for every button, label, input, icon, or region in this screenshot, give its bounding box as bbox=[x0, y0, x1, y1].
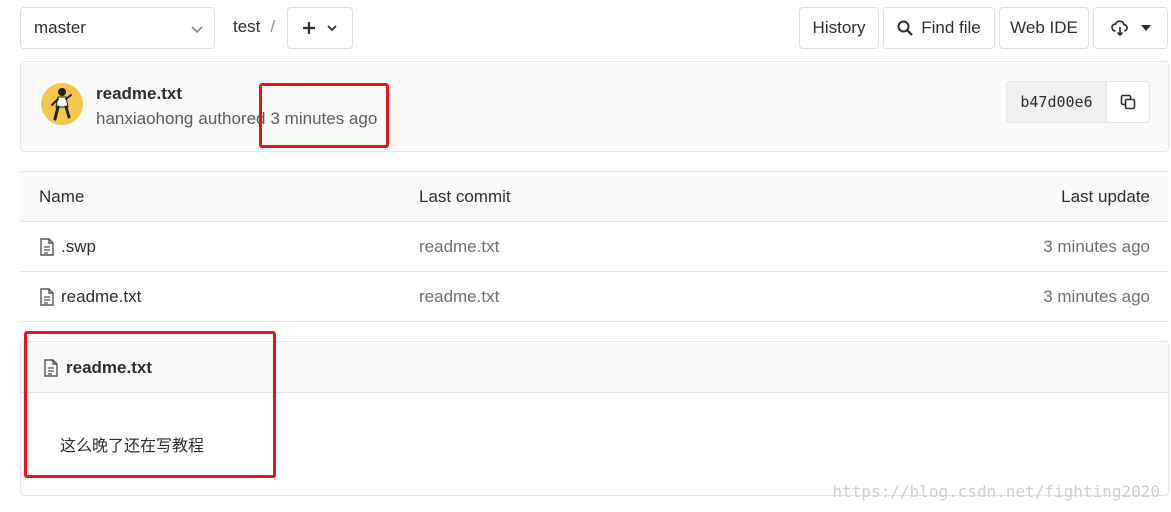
find-file-button[interactable]: Find file bbox=[883, 7, 995, 49]
file-name-cell[interactable]: .swp bbox=[39, 237, 96, 257]
header-name: Name bbox=[39, 187, 85, 206]
commit-title[interactable]: readme.txt bbox=[96, 84, 182, 104]
table-header: Name Last commit Last update bbox=[20, 171, 1169, 222]
readme-title[interactable]: readme.txt bbox=[43, 358, 152, 378]
copy-icon bbox=[1120, 94, 1136, 110]
chevron-down-icon bbox=[327, 25, 337, 32]
file-last-update: 3 minutes ago bbox=[1043, 237, 1150, 256]
history-button[interactable]: History bbox=[799, 7, 879, 49]
file-name: .swp bbox=[61, 237, 96, 256]
branch-select[interactable]: master bbox=[20, 7, 215, 49]
commit-action: authored bbox=[198, 109, 266, 128]
file-last-commit[interactable]: readme.txt bbox=[419, 287, 499, 307]
file-name: readme.txt bbox=[61, 287, 142, 306]
web-ide-button[interactable]: Web IDE bbox=[999, 7, 1089, 49]
file-name-cell[interactable]: readme.txt bbox=[39, 287, 141, 307]
last-commit-panel: readme.txt hanxiaohong authored 3 minute… bbox=[20, 61, 1169, 152]
find-file-label: Find file bbox=[921, 18, 981, 37]
readme-panel: readme.txt 这么晚了还在写教程 bbox=[20, 341, 1169, 496]
cloud-download-icon bbox=[1110, 20, 1128, 36]
avatar[interactable] bbox=[41, 83, 83, 125]
breadcrumb: test / bbox=[233, 17, 275, 37]
file-last-update: 3 minutes ago bbox=[1043, 287, 1150, 306]
download-dropdown-button[interactable] bbox=[1093, 7, 1168, 49]
breadcrumb-root[interactable]: test bbox=[233, 17, 260, 37]
file-icon bbox=[44, 359, 58, 377]
commit-meta: hanxiaohong authored 3 minutes ago bbox=[96, 109, 377, 129]
add-file-dropdown-button[interactable] bbox=[287, 7, 353, 49]
commit-author[interactable]: hanxiaohong bbox=[96, 109, 193, 129]
table-row[interactable]: readme.txt readme.txt 3 minutes ago bbox=[20, 272, 1169, 322]
commit-sha[interactable]: b47d00e6 bbox=[1006, 81, 1107, 123]
table-row[interactable]: .swp readme.txt 3 minutes ago bbox=[20, 222, 1169, 272]
readme-filename: readme.txt bbox=[66, 358, 152, 377]
commit-sha-group: b47d00e6 bbox=[1006, 81, 1150, 123]
copy-sha-button[interactable] bbox=[1107, 81, 1150, 123]
file-tree-table: Name Last commit Last update .swp readme… bbox=[20, 171, 1169, 322]
file-icon bbox=[40, 238, 54, 256]
breadcrumb-separator: / bbox=[270, 17, 276, 36]
user-figure-icon bbox=[51, 88, 72, 121]
header-last-update: Last update bbox=[1061, 187, 1150, 206]
branch-name: master bbox=[34, 18, 86, 37]
chevron-down-icon bbox=[191, 26, 203, 34]
file-icon bbox=[40, 288, 54, 306]
caret-down-icon bbox=[1140, 25, 1151, 31]
commit-time: 3 minutes ago bbox=[270, 109, 378, 128]
watermark: https://blog.csdn.net/fighting2020 bbox=[832, 482, 1160, 501]
header-last-commit: Last commit bbox=[419, 187, 511, 206]
file-last-commit[interactable]: readme.txt bbox=[419, 237, 499, 257]
readme-content: 这么晚了还在写教程 bbox=[60, 436, 205, 455]
search-icon bbox=[897, 20, 914, 36]
plus-icon bbox=[303, 22, 315, 34]
readme-header: readme.txt bbox=[21, 342, 1168, 393]
